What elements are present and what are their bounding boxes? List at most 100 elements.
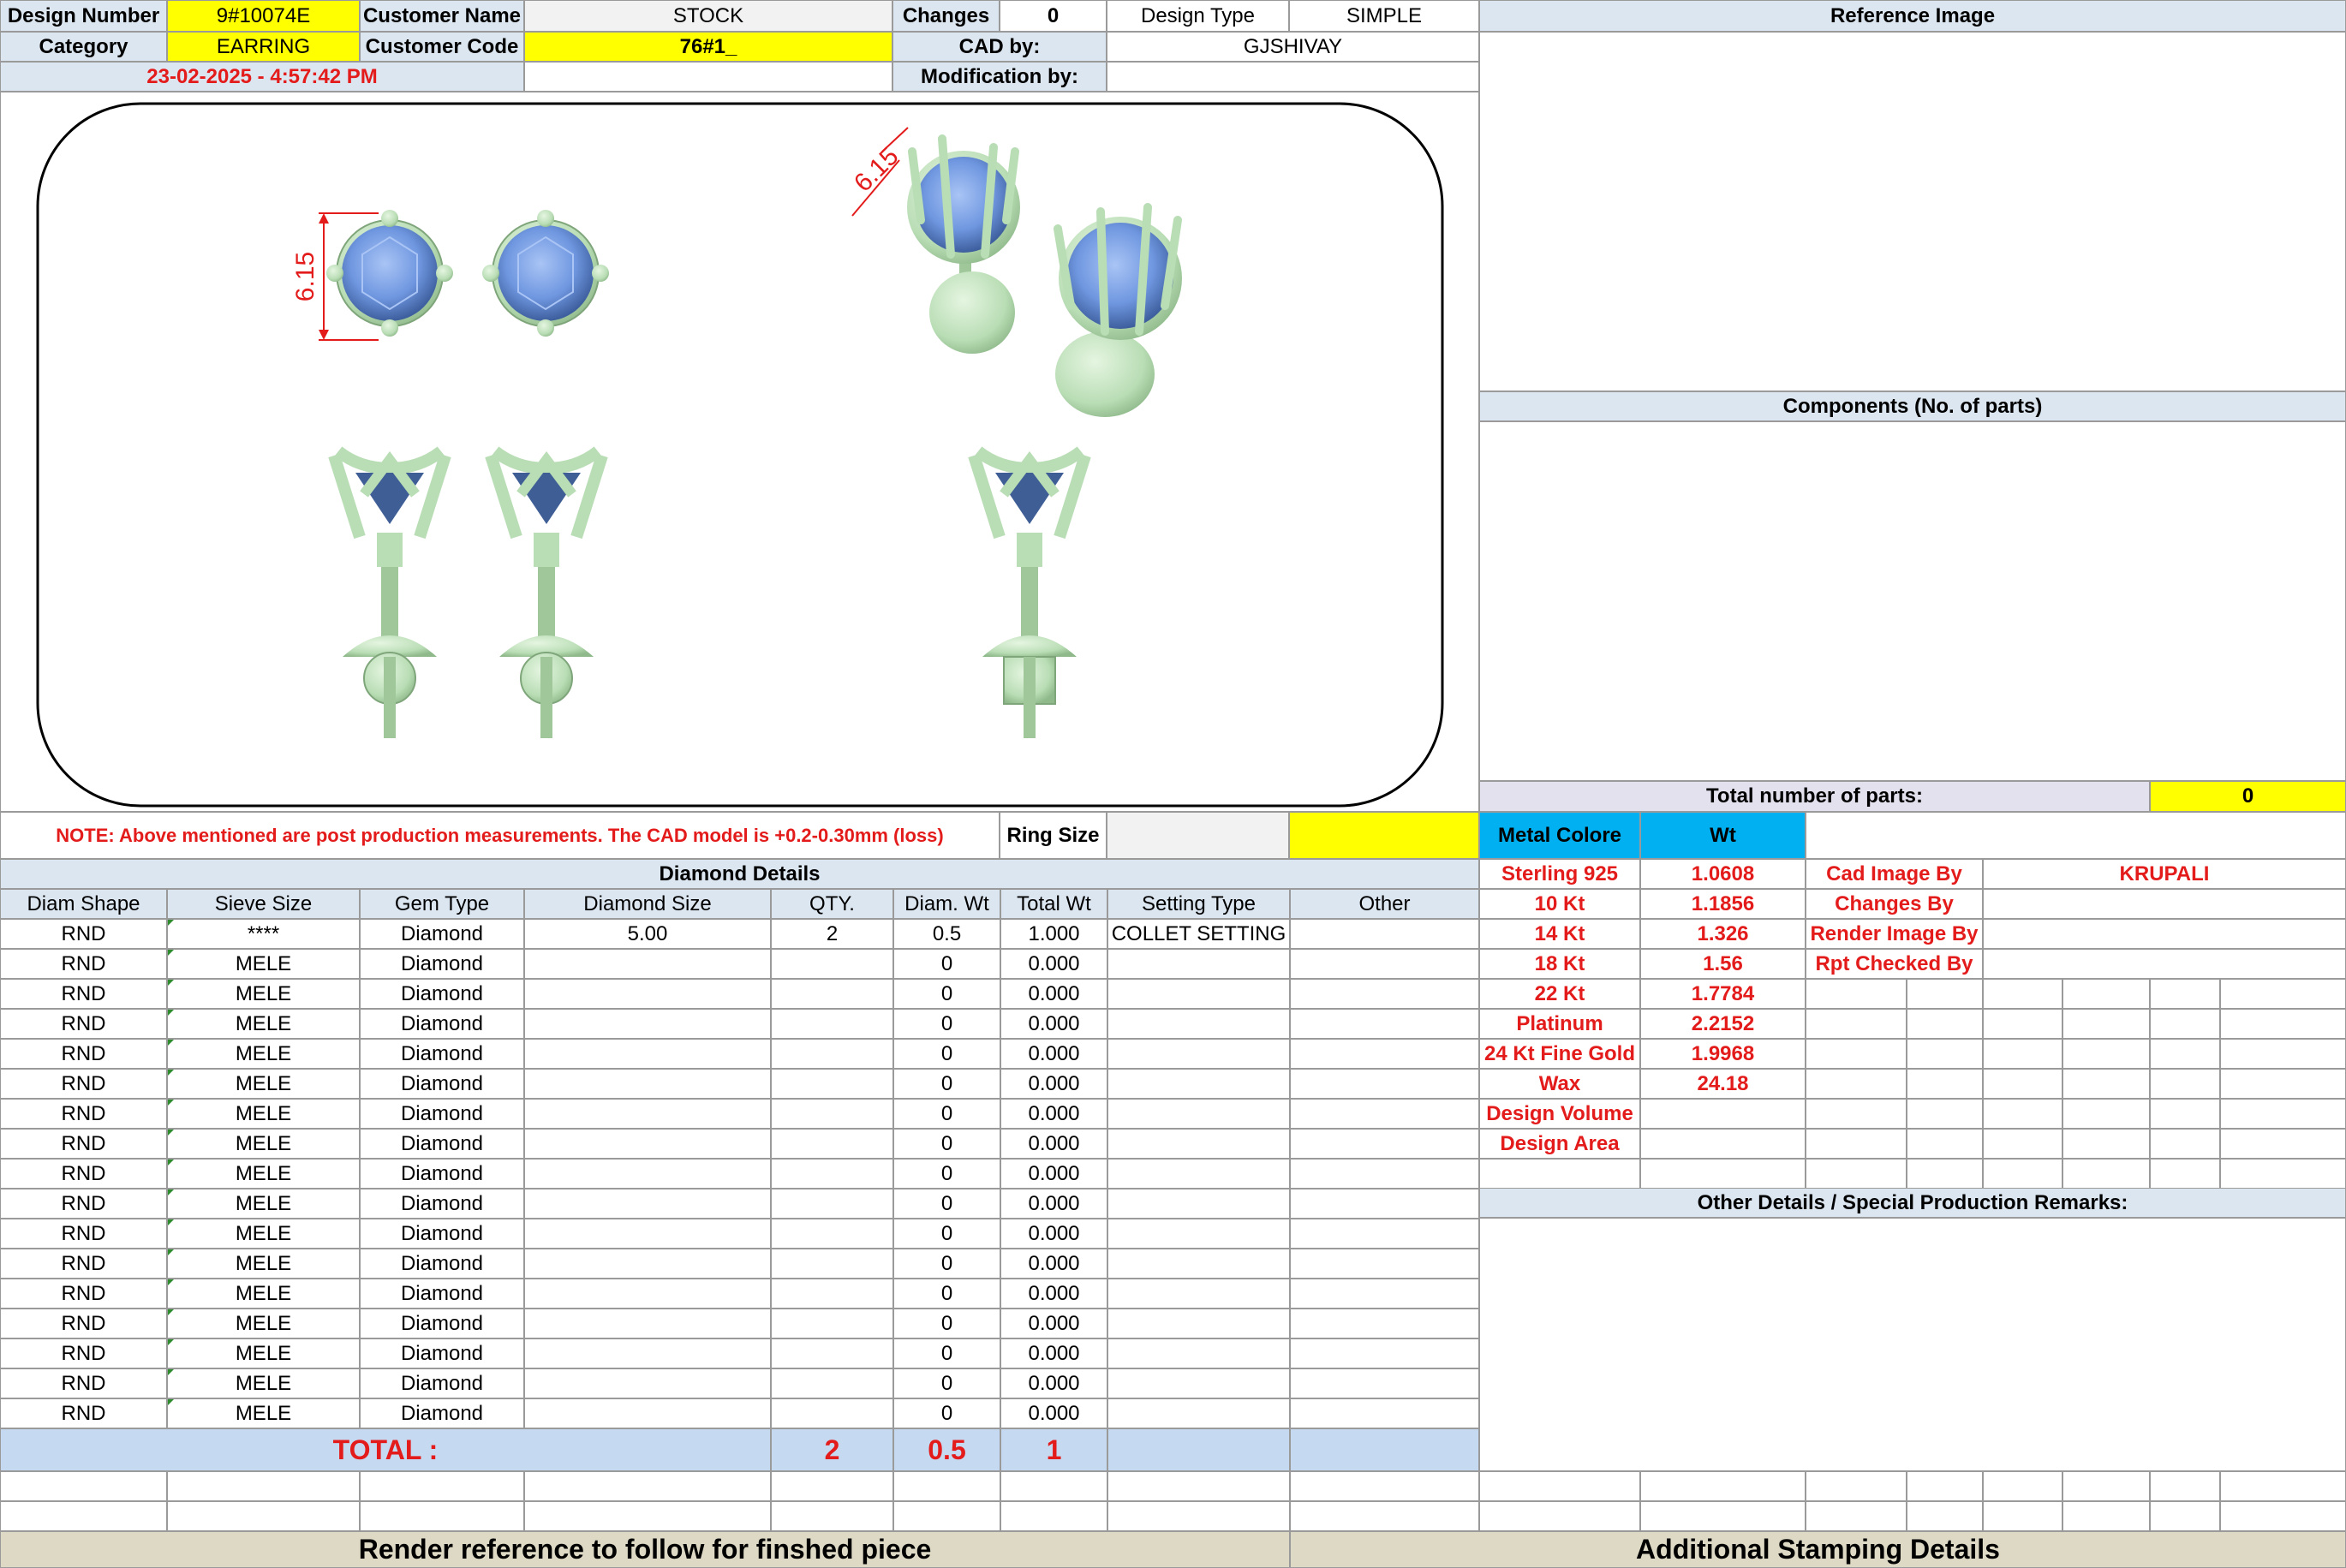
cell-diamond-size[interactable]	[524, 1249, 771, 1279]
cell-setting-type[interactable]	[1107, 979, 1290, 1009]
cell-qty[interactable]	[771, 1338, 893, 1368]
cell-other[interactable]	[1290, 979, 1479, 1009]
cell-setting-type[interactable]	[1107, 1069, 1290, 1099]
cell-qty[interactable]	[771, 979, 893, 1009]
cell-qty[interactable]	[771, 1398, 893, 1428]
cell-qty[interactable]	[771, 1069, 893, 1099]
cell-total-wt[interactable]: 0.000	[1000, 949, 1107, 979]
cell-diam-wt[interactable]: 0	[893, 1009, 1000, 1039]
cell-diam-wt[interactable]: 0	[893, 1309, 1000, 1338]
cell-other[interactable]	[1290, 1159, 1479, 1189]
cell-other[interactable]	[1290, 1129, 1479, 1159]
credit-value[interactable]	[1983, 919, 2346, 949]
cell-diam-wt[interactable]: 0	[893, 1368, 1000, 1398]
cell-diam-wt[interactable]: 0	[893, 1129, 1000, 1159]
cell-other[interactable]	[1290, 1069, 1479, 1099]
cell-setting-type[interactable]	[1107, 1039, 1290, 1069]
cell-sieve-size[interactable]: MELE	[167, 1039, 360, 1069]
cell-setting-type[interactable]	[1107, 1219, 1290, 1249]
cell-sieve-size[interactable]: MELE	[167, 1069, 360, 1099]
credit-value[interactable]	[1983, 949, 2346, 979]
cell-other[interactable]	[1290, 949, 1479, 979]
cell-total-wt[interactable]: 0.000	[1000, 1099, 1107, 1129]
cell-qty[interactable]	[771, 1039, 893, 1069]
cell-total-wt[interactable]: 0.000	[1000, 1219, 1107, 1249]
modification-by-value[interactable]	[1107, 62, 1479, 92]
cad-by-value[interactable]: GJSHIVAY	[1107, 32, 1479, 62]
cell-setting-type[interactable]	[1107, 1338, 1290, 1368]
cell-sieve-size[interactable]: MELE	[167, 1159, 360, 1189]
credit-value[interactable]	[1983, 889, 2346, 919]
cell-diamond-size[interactable]	[524, 1338, 771, 1368]
cell-diam-wt[interactable]: 0	[893, 1398, 1000, 1428]
cell-other[interactable]	[1290, 1099, 1479, 1129]
cell-sieve-size[interactable]: MELE	[167, 979, 360, 1009]
cell-total-wt[interactable]: 0.000	[1000, 979, 1107, 1009]
cell-total-wt[interactable]: 0.000	[1000, 1009, 1107, 1039]
cell-diamond-size[interactable]	[524, 979, 771, 1009]
cell-total-wt[interactable]: 0.000	[1000, 1279, 1107, 1309]
cell-diam-wt[interactable]: 0	[893, 1189, 1000, 1219]
cell-diamond-size[interactable]	[524, 1309, 771, 1338]
cell-diamond-size[interactable]	[524, 1159, 771, 1189]
cell-sieve-size[interactable]: MELE	[167, 1249, 360, 1279]
design-type-value[interactable]: SIMPLE	[1289, 0, 1479, 32]
cell-qty[interactable]	[771, 1309, 893, 1338]
changes-value[interactable]: 0	[1000, 0, 1107, 32]
cell-other[interactable]	[1290, 1219, 1479, 1249]
cell-diamond-size[interactable]: 5.00	[524, 919, 771, 949]
credit-value[interactable]: KRUPALI	[1983, 859, 2346, 889]
cell-sieve-size[interactable]: ****	[167, 919, 360, 949]
cell-sieve-size[interactable]: MELE	[167, 1398, 360, 1428]
cell-diamond-size[interactable]	[524, 1009, 771, 1039]
cell-total-wt[interactable]: 1.000	[1000, 919, 1107, 949]
cell-qty[interactable]	[771, 1129, 893, 1159]
cell-qty[interactable]	[771, 1189, 893, 1219]
cell-diam-wt[interactable]: 0	[893, 1219, 1000, 1249]
total-parts-value[interactable]: 0	[2150, 781, 2346, 812]
cell-diamond-size[interactable]	[524, 1099, 771, 1129]
design-number-value[interactable]: 9#10074E	[167, 0, 360, 32]
cell-qty[interactable]	[771, 1249, 893, 1279]
cell-sieve-size[interactable]: MELE	[167, 1279, 360, 1309]
cell-diam-wt[interactable]: 0	[893, 1099, 1000, 1129]
ring-size-input[interactable]	[1107, 812, 1289, 859]
cell-setting-type[interactable]	[1107, 1309, 1290, 1338]
cell-diamond-size[interactable]	[524, 1279, 771, 1309]
cell-setting-type[interactable]	[1107, 1279, 1290, 1309]
cell-diam-wt[interactable]: 0	[893, 1039, 1000, 1069]
cell-other[interactable]	[1290, 1368, 1479, 1398]
cell-diamond-size[interactable]	[524, 1368, 771, 1398]
cell-diamond-size[interactable]	[524, 1189, 771, 1219]
cell-other[interactable]	[1290, 1039, 1479, 1069]
cell-total-wt[interactable]: 0.000	[1000, 1039, 1107, 1069]
cell-setting-type[interactable]	[1107, 1009, 1290, 1039]
cell-setting-type[interactable]	[1107, 1159, 1290, 1189]
cell-total-wt[interactable]: 0.000	[1000, 1398, 1107, 1428]
cell-total-wt[interactable]: 0.000	[1000, 1338, 1107, 1368]
cell-setting-type[interactable]	[1107, 1398, 1290, 1428]
cell-other[interactable]	[1290, 1279, 1479, 1309]
cell-sieve-size[interactable]: MELE	[167, 1219, 360, 1249]
cell-diam-wt[interactable]: 0.5	[893, 919, 1000, 949]
cell-other[interactable]	[1290, 1189, 1479, 1219]
customer-name-value[interactable]: STOCK	[524, 0, 892, 32]
cell-diam-wt[interactable]: 0	[893, 1159, 1000, 1189]
cell-other[interactable]	[1290, 1338, 1479, 1368]
cell-sieve-size[interactable]: MELE	[167, 949, 360, 979]
cell-other[interactable]	[1290, 1309, 1479, 1338]
cell-setting-type[interactable]	[1107, 949, 1290, 979]
cell-qty[interactable]	[771, 1009, 893, 1039]
cell-qty[interactable]	[771, 1099, 893, 1129]
cell-sieve-size[interactable]: MELE	[167, 1309, 360, 1338]
cell-diam-wt[interactable]: 0	[893, 1249, 1000, 1279]
cell-sieve-size[interactable]: MELE	[167, 1189, 360, 1219]
cell-total-wt[interactable]: 0.000	[1000, 1309, 1107, 1338]
cell-qty[interactable]	[771, 1219, 893, 1249]
cell-diamond-size[interactable]	[524, 1039, 771, 1069]
cell-total-wt[interactable]: 0.000	[1000, 1159, 1107, 1189]
cell-diam-wt[interactable]: 0	[893, 1279, 1000, 1309]
cell-other[interactable]	[1290, 919, 1479, 949]
cell-other[interactable]	[1290, 1249, 1479, 1279]
cell-total-wt[interactable]: 0.000	[1000, 1249, 1107, 1279]
